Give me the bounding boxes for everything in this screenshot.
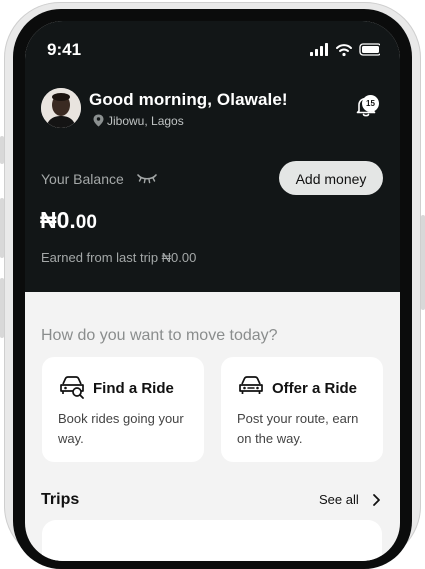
status-time: 9:41 [47, 40, 82, 59]
balance-label: Your Balance [41, 171, 124, 187]
status-indicators-icon [310, 43, 382, 57]
balance-amount: ₦0.00 [40, 207, 97, 234]
phone-volume-down-button [0, 278, 4, 338]
location-text: Jibowu, Lagos [107, 114, 184, 128]
card-icon-wrap [237, 375, 265, 404]
move-prompt: How do you want to move today? [41, 327, 278, 344]
trip-card[interactable] [42, 520, 382, 561]
offer-ride-title: Offer a Ride [272, 380, 358, 397]
find-ride-title: Find a Ride [93, 380, 174, 397]
phone-power-button [421, 215, 425, 310]
earned-last-trip: Earned from last trip ₦0.00 [41, 250, 197, 265]
pin-icon [93, 114, 104, 127]
status-icons [310, 43, 382, 62]
see-all-link[interactable]: See all [319, 492, 359, 507]
phone-volume-up-button [0, 198, 4, 258]
add-money-button[interactable]: Add money [279, 161, 383, 195]
card-icon-wrap [58, 375, 86, 404]
balance-amount-main: ₦0. [40, 207, 76, 233]
offer-ride-card[interactable]: Offer a Ride Post your route, earn on th… [221, 357, 383, 462]
car-icon [239, 376, 263, 394]
trips-heading: Trips [41, 491, 80, 508]
balance-amount-decimal: 00 [75, 212, 97, 233]
avatar[interactable] [41, 88, 81, 128]
phone-side-button [0, 136, 4, 164]
find-ride-card[interactable]: Find a Ride Book rides going your way. [42, 357, 204, 462]
see-all-chevron[interactable] [371, 493, 381, 512]
header-panel: 9:41 Good morning, Olawale! Jibowu, Lago… [25, 21, 400, 292]
notification-badge: 15 [362, 95, 379, 112]
find-ride-description: Book rides going your way. [58, 411, 184, 446]
chevron-right-icon [373, 494, 380, 506]
eye-closed-icon [137, 174, 157, 184]
offer-ride-description: Post your route, earn on the way. [237, 411, 359, 446]
app-screen: 9:41 Good morning, Olawale! Jibowu, Lago… [25, 21, 400, 561]
greeting-text: Good morning, Olawale! [89, 90, 288, 109]
hide-balance-toggle[interactable] [136, 171, 158, 190]
user-avatar-icon [41, 88, 81, 128]
car-search-icon [60, 376, 84, 399]
